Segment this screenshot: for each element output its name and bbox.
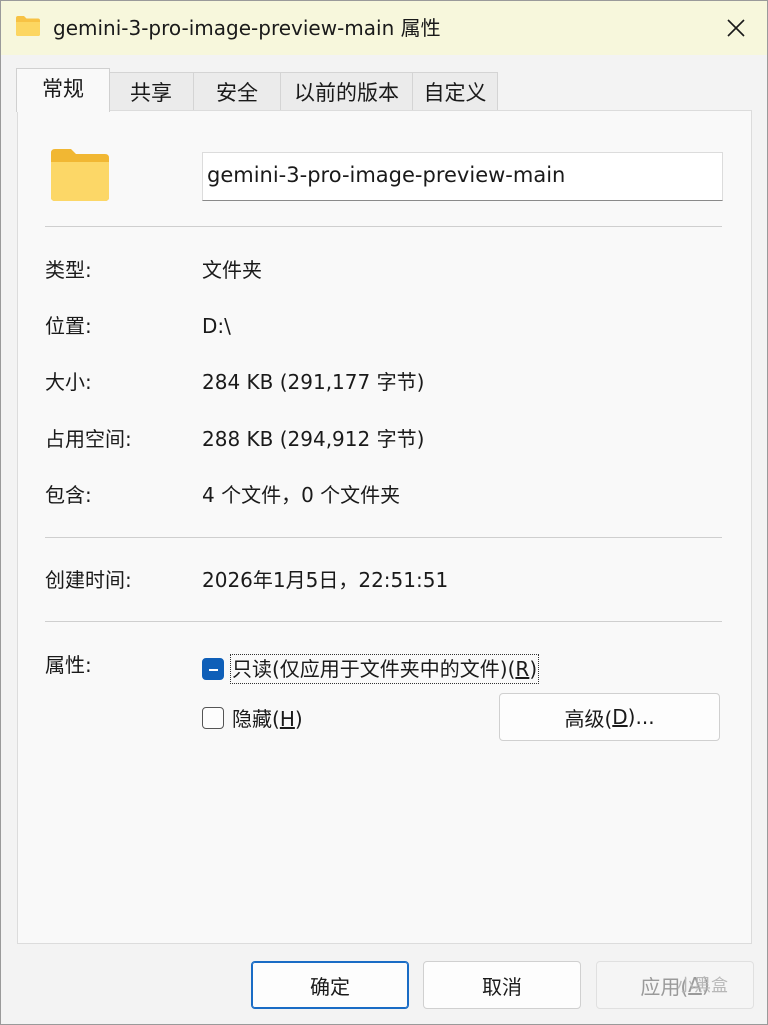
general-tab-panel bbox=[17, 110, 752, 944]
folder-icon bbox=[16, 16, 40, 36]
hidden-checkbox[interactable] bbox=[202, 707, 224, 729]
tab-previous-versions[interactable]: 以前的版本 bbox=[280, 72, 413, 112]
properties-dialog: gemini-3-pro-image-preview-main 属性 常规 共享… bbox=[0, 0, 768, 1025]
close-button[interactable] bbox=[713, 8, 759, 48]
divider bbox=[45, 537, 722, 538]
type-label: 类型: bbox=[45, 258, 92, 282]
window-title: gemini-3-pro-image-preview-main 属性 bbox=[53, 16, 441, 40]
folder-name-input[interactable] bbox=[202, 152, 723, 201]
attributes-label: 属性: bbox=[45, 653, 92, 677]
divider bbox=[45, 226, 722, 227]
tab-security[interactable]: 安全 bbox=[193, 72, 281, 112]
close-icon bbox=[727, 19, 745, 37]
watermark: 小黑盒 bbox=[677, 976, 728, 996]
contains-label: 包含: bbox=[45, 483, 92, 507]
size-on-disk-value: 288 KB (294,912 字节) bbox=[202, 427, 425, 451]
folder-icon bbox=[51, 149, 109, 201]
created-label: 创建时间: bbox=[45, 568, 132, 592]
apply-button[interactable]: 应用(A) bbox=[596, 961, 754, 1009]
title-bar: gemini-3-pro-image-preview-main 属性 bbox=[1, 1, 767, 55]
created-value: 2026年1月5日，22:51:51 bbox=[202, 568, 449, 592]
readonly-label[interactable]: 只读(仅应用于文件夹中的文件)(R) bbox=[229, 654, 540, 684]
tab-sharing[interactable]: 共享 bbox=[108, 72, 194, 112]
cancel-button[interactable]: 取消 bbox=[423, 961, 581, 1009]
readonly-checkbox[interactable] bbox=[202, 658, 224, 680]
contains-value: 4 个文件，0 个文件夹 bbox=[202, 483, 401, 507]
tab-general[interactable]: 常规 bbox=[16, 68, 110, 112]
type-value: 文件夹 bbox=[202, 258, 262, 282]
divider bbox=[45, 621, 722, 622]
size-on-disk-label: 占用空间: bbox=[45, 427, 132, 451]
ok-button[interactable]: 确定 bbox=[251, 961, 409, 1009]
size-value: 284 KB (291,177 字节) bbox=[202, 370, 425, 394]
location-label: 位置: bbox=[45, 314, 92, 338]
tab-customize[interactable]: 自定义 bbox=[412, 72, 498, 112]
location-value: D:\ bbox=[202, 314, 231, 338]
size-label: 大小: bbox=[45, 370, 92, 394]
advanced-button[interactable]: 高级(D)... bbox=[499, 693, 720, 741]
hidden-label[interactable]: 隐藏(H) bbox=[232, 706, 303, 732]
